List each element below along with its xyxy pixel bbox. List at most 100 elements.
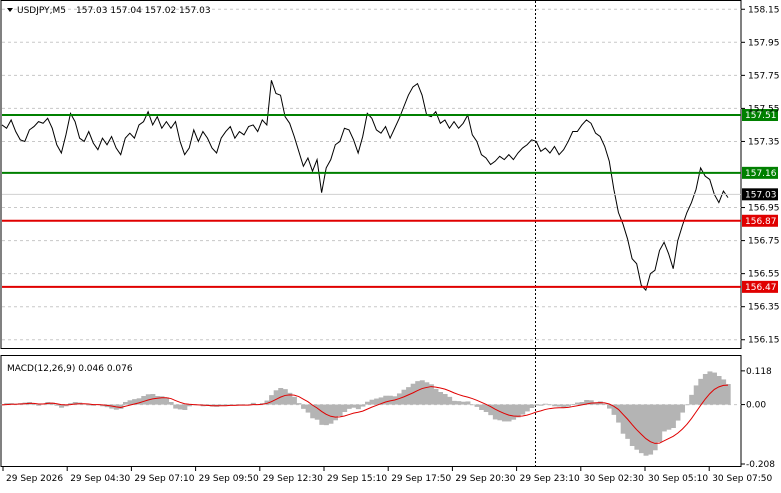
- macd-histogram-bar: [54, 404, 60, 406]
- macd-label: MACD(12,26,9) 0.046 0.076: [7, 364, 133, 374]
- macd-histogram-bar: [474, 404, 480, 407]
- macd-histogram-bar: [556, 404, 562, 407]
- macd-histogram-bar: [511, 404, 517, 420]
- macd-histogram-bar: [684, 404, 690, 406]
- price-tick-label: 156.15: [748, 336, 780, 346]
- macd-histogram-bar: [319, 404, 325, 425]
- macd-histogram-bar: [438, 392, 444, 405]
- current-price-label: 157.03: [745, 190, 777, 200]
- macd-histogram-bar: [702, 374, 708, 405]
- price-tick-label: 158.15: [748, 5, 780, 15]
- macd-histogram-bar: [410, 383, 416, 405]
- price-tick-label: 156.35: [748, 303, 780, 313]
- macd-tick-label: -0.208: [746, 460, 775, 470]
- price-level-label: 156.87: [745, 217, 777, 227]
- macd-histogram-bar: [369, 399, 375, 405]
- macd-histogram-bar: [689, 394, 695, 405]
- time-tick-label: 29 Sep 20:30: [455, 474, 515, 484]
- macd-histogram-bar: [693, 385, 699, 405]
- time-tick-label: 29 Sep 15:10: [327, 474, 387, 484]
- time-tick-label: 29 Sep 17:50: [391, 474, 451, 484]
- macd-histogram-bar: [360, 404, 366, 407]
- macd-histogram-bar: [168, 402, 174, 405]
- macd-histogram-bar: [442, 394, 448, 405]
- macd-histogram-bar: [328, 404, 334, 424]
- macd-histogram-bar: [470, 404, 475, 406]
- time-tick-label: 29 Sep 12:30: [263, 474, 323, 484]
- macd-histogram-bar: [575, 402, 581, 405]
- dropdown-triangle-icon[interactable]: [7, 8, 13, 12]
- macd-histogram-bar: [291, 396, 297, 405]
- macd-histogram-bar: [657, 404, 663, 442]
- macd-histogram-bar: [355, 404, 361, 410]
- macd-histogram-bar: [282, 389, 288, 405]
- time-tick-label: 30 Sep 07:50: [712, 474, 772, 484]
- macd-histogram-bar: [543, 403, 549, 405]
- macd-histogram-bar: [456, 401, 462, 405]
- macd-histogram-bar: [634, 404, 640, 450]
- macd-histogram-bar: [529, 404, 535, 408]
- macd-histogram-bar: [565, 404, 571, 407]
- macd-histogram-bar: [638, 404, 644, 454]
- macd-histogram-bar: [648, 404, 654, 455]
- macd-histogram-bar: [721, 379, 727, 405]
- macd-histogram-bar: [616, 404, 622, 423]
- time-tick-label: 29 Sep 09:50: [199, 474, 259, 484]
- macd-histogram-bar: [524, 404, 530, 412]
- macd-histogram-bar: [127, 400, 133, 405]
- macd-histogram-bar: [351, 404, 357, 408]
- macd-histogram-bar: [538, 404, 544, 406]
- macd-histogram-bar: [383, 395, 389, 405]
- macd-histogram-bar: [346, 404, 352, 409]
- price-tick-label: 157.55: [748, 104, 780, 114]
- time-tick-label: 29 Sep 2026: [6, 474, 63, 484]
- macd-histogram-bar: [661, 404, 667, 432]
- macd-tick-label: 0.118: [746, 367, 772, 377]
- macd-histogram-bar: [419, 380, 425, 405]
- macd-histogram-bar: [451, 400, 457, 405]
- macd-histogram-bar: [273, 390, 279, 405]
- ohlc-values: 157.03 157.04 157.02 157.03: [76, 6, 211, 16]
- macd-histogram-bar: [680, 404, 686, 413]
- macd-histogram-bar: [465, 401, 471, 405]
- grid-layer: [2, 8, 741, 406]
- macd-histogram-bar: [698, 378, 704, 405]
- price-tick-label: 156.55: [748, 270, 780, 280]
- macd-tick-label: 0.00: [746, 401, 766, 411]
- macd-histogram-bar: [479, 404, 485, 410]
- macd-histogram-bar: [570, 404, 576, 405]
- price-tick-label: 156.95: [748, 204, 780, 214]
- macd-histogram-bar: [337, 404, 343, 416]
- macd-histogram-bar: [415, 381, 421, 405]
- time-tick-label: 29 Sep 04:30: [70, 474, 130, 484]
- price-tick-label: 156.75: [748, 237, 780, 247]
- macd-histogram-bar: [506, 404, 512, 422]
- macd-histogram-bar: [365, 401, 370, 405]
- macd-histogram-bar: [433, 388, 439, 405]
- price-panel-frame: [0, 0, 742, 349]
- macd-histogram-bar: [620, 404, 626, 434]
- price-level-label: 156.47: [745, 283, 777, 293]
- macd-histogram-bar: [447, 396, 453, 405]
- macd-histogram-bar: [533, 404, 539, 406]
- header: USDJPY,M5 157.03 157.04 157.02 157.03: [7, 6, 211, 16]
- macd-histogram-bar: [675, 404, 681, 421]
- macd-histogram-bar: [520, 404, 526, 415]
- macd-histogram-bar: [36, 404, 42, 406]
- time-tick-label: 29 Sep 07:10: [134, 474, 194, 484]
- macd-histogram-bar: [424, 382, 430, 405]
- macd-histogram-bar: [301, 404, 307, 409]
- macd-histogram-bar: [333, 404, 339, 421]
- macd-histogram-bar: [492, 404, 498, 420]
- macd-histogram-bar: [670, 404, 676, 428]
- macd-histogram-bar: [460, 401, 466, 405]
- macd-histogram-bar: [141, 396, 147, 405]
- macd-histogram-bar: [666, 404, 672, 430]
- macd-histogram-bar: [296, 403, 302, 405]
- macd-histogram-bar: [716, 376, 722, 405]
- macd-histogram-bar: [552, 404, 558, 407]
- macd-histogram-bar: [182, 404, 188, 410]
- time-tick-label: 30 Sep 02:30: [584, 474, 644, 484]
- macd-histogram-bar: [547, 404, 553, 406]
- symbol-label: USDJPY,M5: [17, 6, 66, 16]
